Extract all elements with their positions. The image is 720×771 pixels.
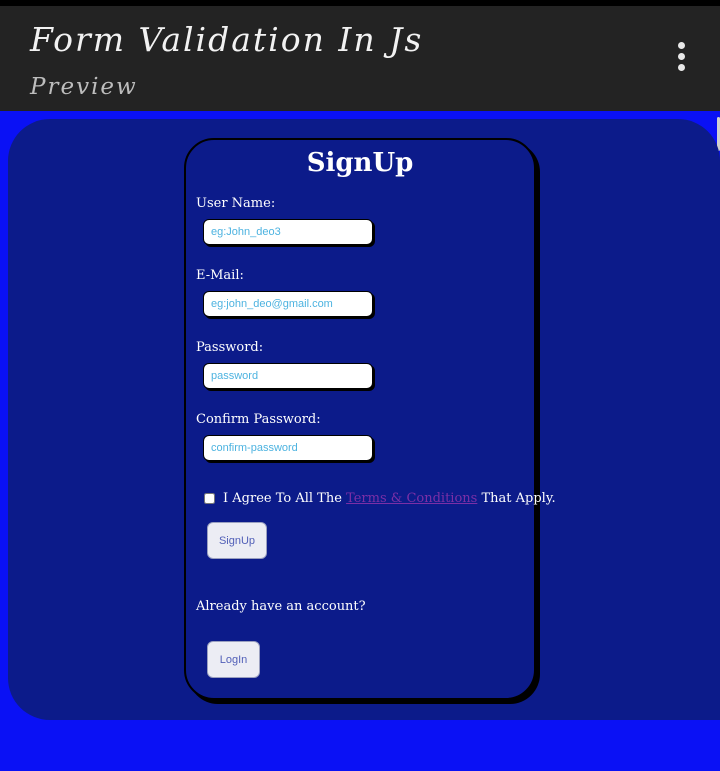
agree-checkbox[interactable] — [204, 493, 215, 504]
app-header: Form Validation In Js Preview — [0, 6, 720, 111]
account-prompt: Already have an account? — [196, 599, 366, 614]
agree-suffix-text: That Apply. — [481, 491, 556, 506]
username-label: User Name: — [196, 196, 276, 211]
confirm-password-input[interactable] — [203, 435, 373, 461]
terms-agreement: I Agree To All The Terms & Conditions Th… — [204, 491, 556, 506]
preview-subtitle: Preview — [30, 74, 138, 100]
app-title: Form Validation In Js — [30, 20, 424, 59]
agree-prefix-text: I Agree To All The — [223, 491, 342, 506]
email-input[interactable] — [203, 291, 373, 317]
confirm-password-label: Confirm Password: — [196, 412, 321, 427]
email-label: E-Mail: — [196, 268, 244, 283]
menu-dot — [677, 64, 685, 71]
kebab-menu-icon[interactable] — [674, 42, 688, 76]
signup-button[interactable]: SignUp — [207, 522, 267, 559]
signup-form: SignUp User Name: E-Mail: Password: Conf… — [184, 138, 556, 700]
terms-link[interactable]: Terms & Conditions — [346, 491, 477, 506]
login-button[interactable]: LogIn — [207, 641, 260, 678]
password-label: Password: — [196, 340, 264, 355]
username-input[interactable] — [203, 219, 373, 245]
password-input[interactable] — [203, 363, 373, 389]
menu-dot — [677, 42, 685, 49]
form-heading: SignUp — [306, 148, 414, 178]
menu-dot — [677, 53, 685, 60]
